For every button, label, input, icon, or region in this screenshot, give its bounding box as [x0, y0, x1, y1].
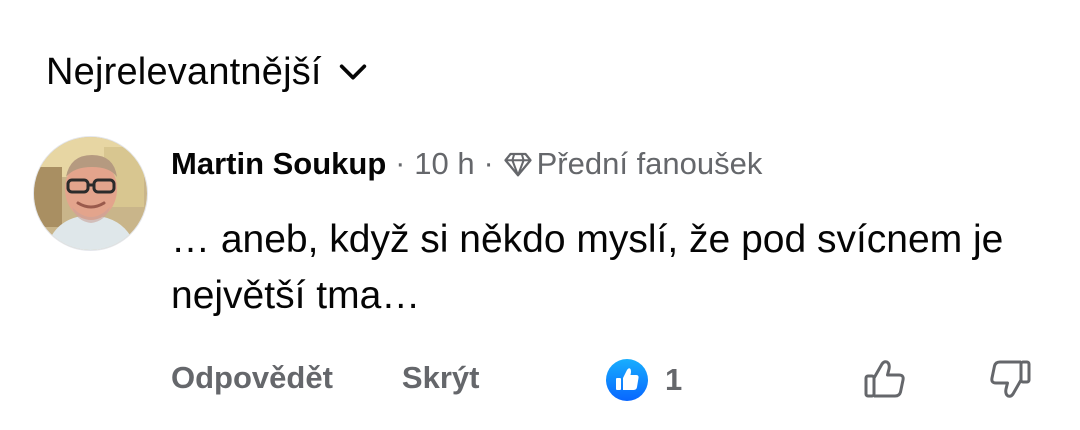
hide-button[interactable]: Skrýt — [402, 360, 480, 396]
like-reaction-icon — [606, 359, 648, 401]
badge-label: Přední fanoušek — [536, 146, 763, 181]
comment-actions: Odpovědět Skrýt 1 — [171, 352, 1041, 404]
comment-timestamp[interactable]: 10 h — [414, 146, 474, 182]
comment-sort-dropdown[interactable]: Nejrelevantnější — [46, 44, 370, 100]
thumbs-down-icon[interactable] — [987, 356, 1033, 402]
comment-meta: Martin Soukup · 10 h · Přední fanoušek — [171, 140, 1051, 188]
sort-label: Nejrelevantnější — [46, 50, 322, 93]
avatar[interactable] — [33, 136, 148, 251]
comment-author[interactable]: Martin Soukup — [171, 146, 386, 182]
chevron-down-icon — [339, 64, 366, 80]
avatar-image — [34, 137, 147, 250]
meta-separator: · — [395, 147, 406, 180]
comment-text: … aneb, když si někdo myslí, že pod svíc… — [171, 218, 1004, 317]
top-fan-badge: Přední fanoušek — [503, 146, 763, 182]
meta-separator: · — [483, 147, 494, 180]
reply-button[interactable]: Odpovědět — [171, 360, 333, 396]
reaction-summary[interactable]: 1 — [605, 358, 682, 402]
diamond-icon — [504, 152, 532, 177]
comment: Martin Soukup · 10 h · Přední fanoušek …… — [171, 140, 1051, 324]
reaction-count: 1 — [665, 362, 683, 397]
thumbs-up-icon[interactable] — [862, 356, 908, 402]
